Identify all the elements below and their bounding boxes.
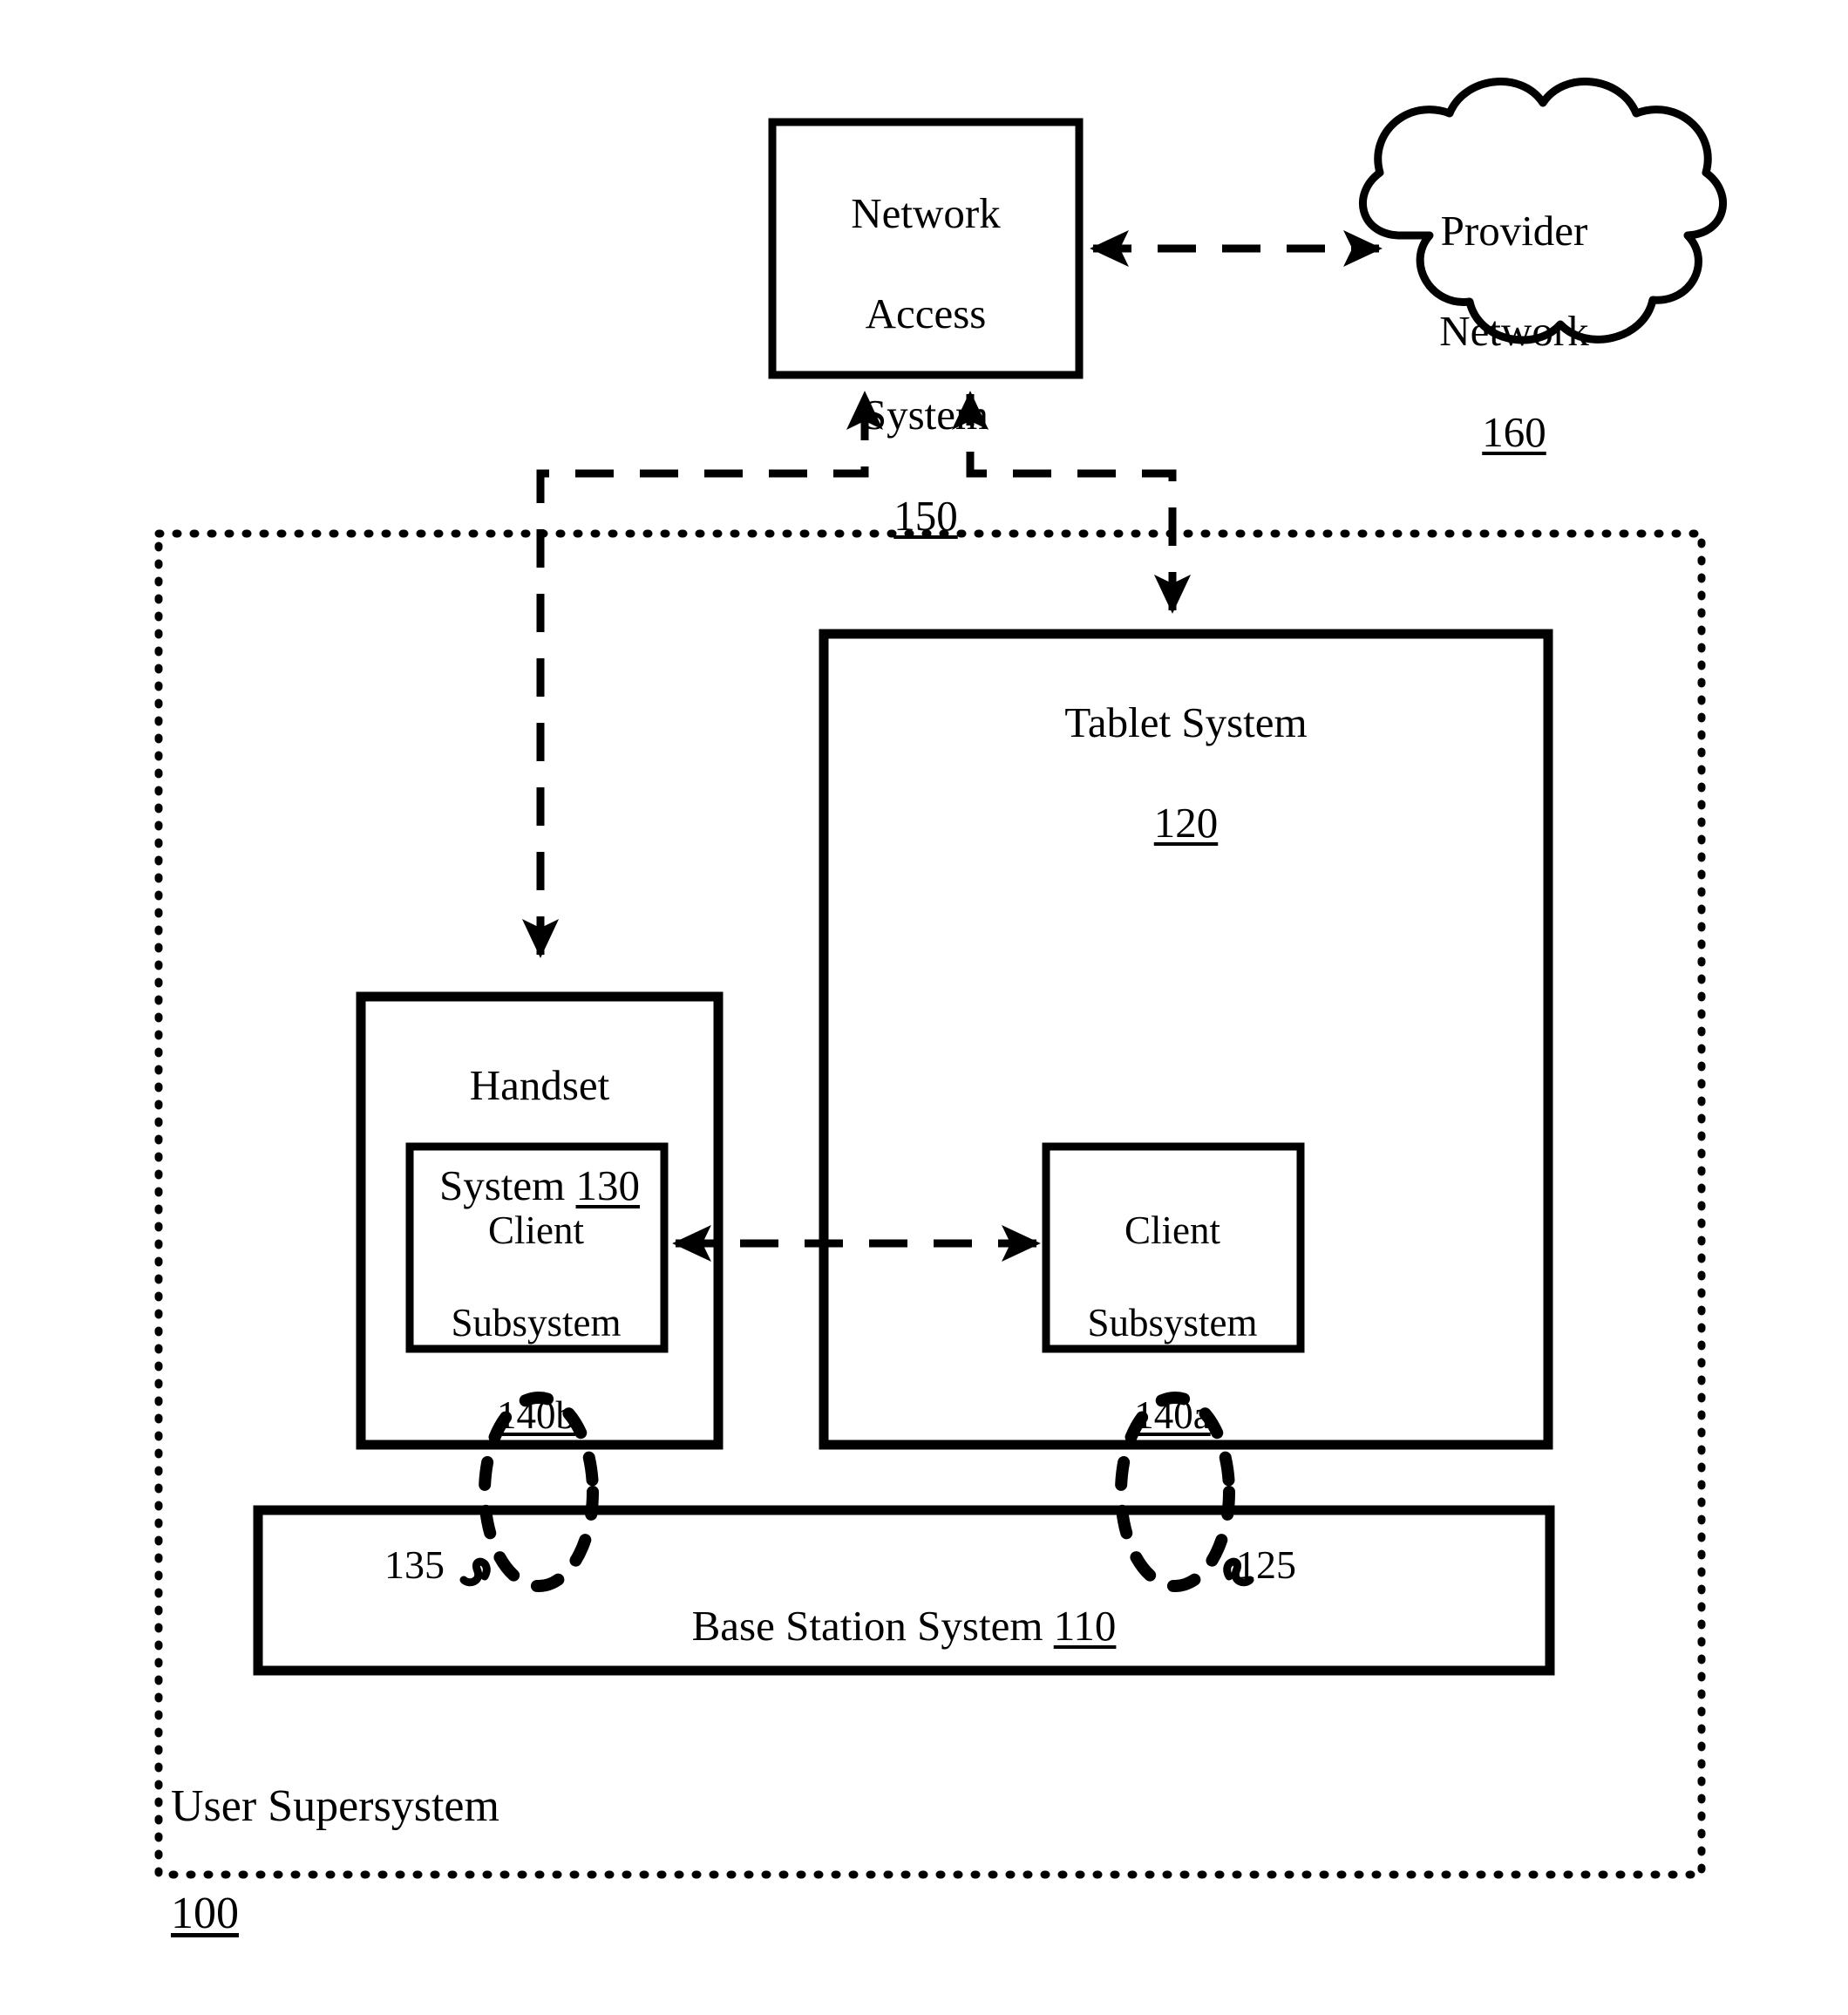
base-station-system-label: Base Station System 110: [258, 1550, 1550, 1651]
handset-system-line-1: Handset: [469, 1060, 610, 1109]
tablet-system-ref: 120: [1153, 799, 1219, 848]
client-subsystem-140b-label: Client Subsystem 140b: [410, 1161, 662, 1486]
provider-network-ref: 160: [1482, 408, 1546, 457]
nas-line-2: Access: [865, 289, 987, 338]
network-access-system-label: Network Access System 150: [772, 138, 1079, 591]
cs-a-ref: 140a: [1134, 1393, 1211, 1438]
cs-a-line-1: Client: [1124, 1208, 1220, 1253]
provider-network-line-2: Network: [1439, 307, 1589, 356]
nas-line-1: Network: [851, 188, 1001, 237]
user-supersystem-label: User Supersystem 100: [171, 1726, 659, 1994]
provider-network-label: Provider Network 160: [1370, 155, 1658, 508]
bss-line-1: Base Station System: [691, 1601, 1043, 1650]
patent-figure: Provider Network --> NAS (elbow path, up…: [0, 0, 1848, 2015]
nas-ref: 150: [893, 491, 958, 540]
tablet-system-line-1: Tablet System: [1064, 698, 1308, 746]
user-supersystem-ref: 100: [171, 1889, 239, 1939]
bss-ref: 110: [1053, 1601, 1117, 1650]
cs-a-line-2: Subsystem: [1087, 1301, 1258, 1345]
cs-b-line-2: Subsystem: [451, 1301, 622, 1345]
client-subsystem-140a-label: Client Subsystem 140a: [1046, 1161, 1299, 1486]
provider-network-line-1: Provider: [1440, 206, 1588, 255]
callout-135: 135: [384, 1542, 445, 1587]
nas-line-3: System: [862, 391, 989, 439]
cs-b-line-1: Client: [488, 1208, 584, 1253]
tablet-system-label: Tablet System 120: [824, 647, 1548, 899]
callout-125: 125: [1236, 1542, 1296, 1587]
cs-b-ref: 140b: [497, 1393, 575, 1438]
user-supersystem-line-1: User Supersystem: [171, 1781, 499, 1832]
